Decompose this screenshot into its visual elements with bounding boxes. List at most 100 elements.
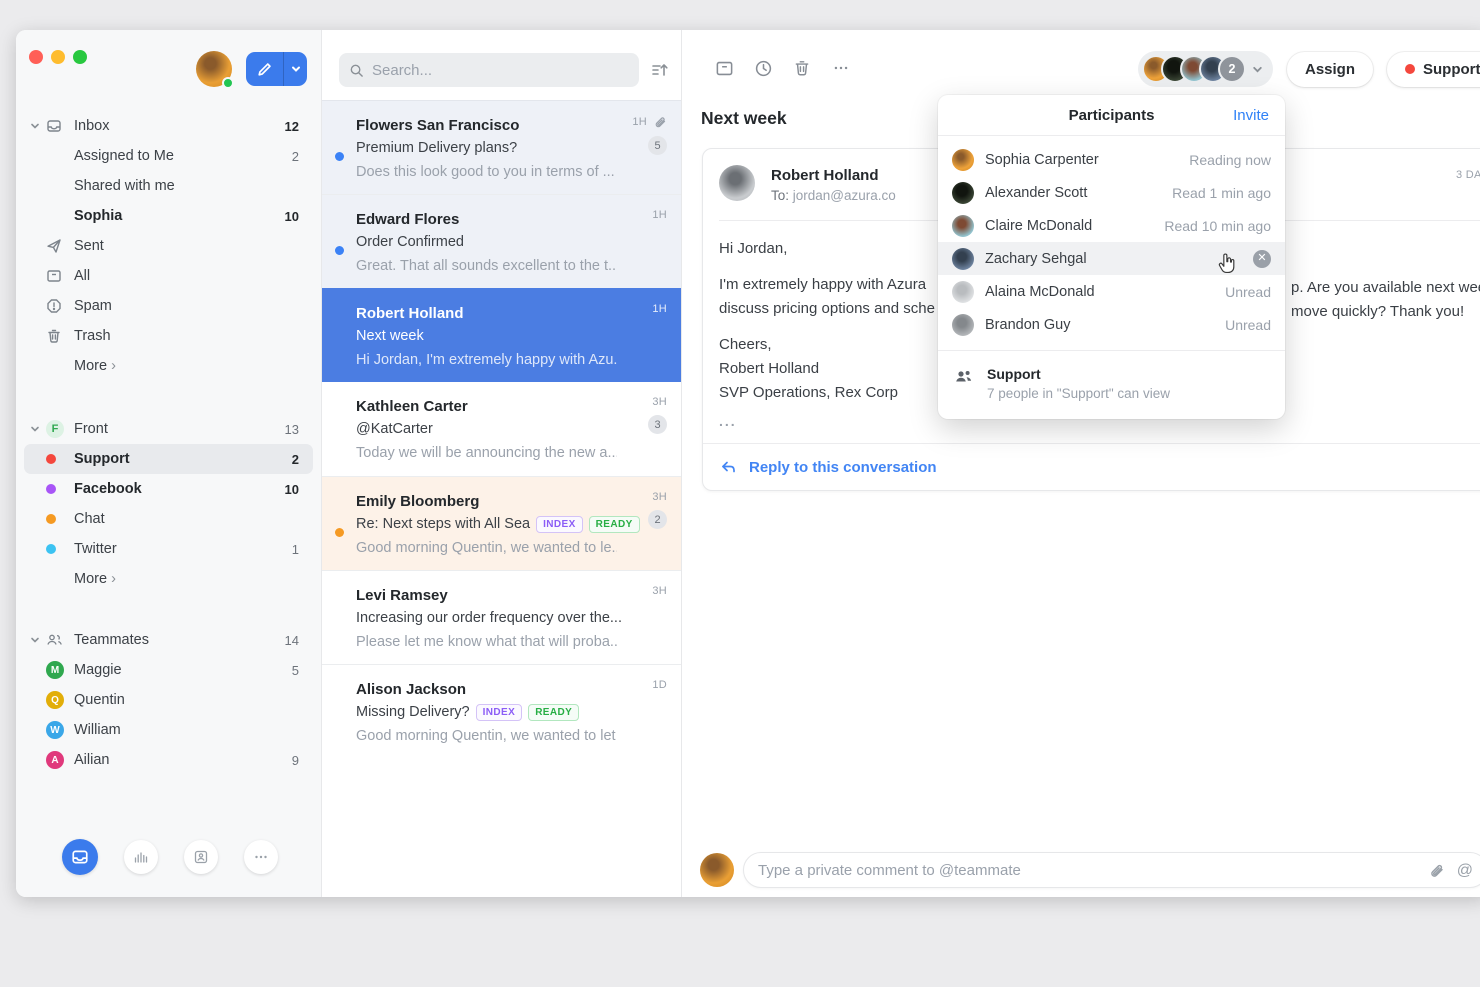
zoom-window-button[interactable] [73,50,87,64]
sidebar-item-more-mailboxes[interactable]: More › [16,351,321,381]
more-ellipsis-icon[interactable] [244,840,278,874]
item-subject: Order Confirmed [356,231,617,254]
sidebar-item-ailian[interactable]: A Ailian 9 [16,745,321,775]
trash-icon [46,328,74,344]
list-item[interactable]: Emily Bloomberg Re: Next steps with All … [322,476,681,570]
people-icon [46,632,74,648]
sidebar-item-label: Trash [74,328,299,344]
pencil-icon[interactable] [246,52,283,86]
contacts-icon[interactable] [184,840,218,874]
unread-count: 2 [292,149,299,164]
sidebar-item-all[interactable]: All [16,261,321,291]
sidebar-item-label: William [74,722,299,738]
list-item[interactable]: Flowers San Francisco Premium Delivery p… [322,100,681,194]
item-preview: Please let me know what that will proba.… [356,630,617,654]
archive-box-icon [46,268,74,284]
analytics-icon[interactable] [124,840,158,874]
paperclip-icon[interactable] [1428,862,1445,879]
invite-link[interactable]: Invite [1233,107,1269,124]
message-count-badge: 3 [648,415,667,434]
sidebar-item-assigned-to-me[interactable]: Assigned to Me 2 [16,141,321,171]
participant-row[interactable]: Alaina McDonald Unread [938,275,1285,308]
chevron-down-icon[interactable] [30,121,46,131]
snooze-clock-icon[interactable] [753,58,773,78]
sidebar-item-label: Inbox [74,118,285,134]
participant-name: Alexander Scott [985,185,1161,201]
compose-button[interactable] [246,52,307,86]
search-input[interactable] [372,62,629,79]
sidebar-item-front[interactable]: F Front 13 [16,414,321,444]
close-window-button[interactable] [29,50,43,64]
sidebar-item-maggie[interactable]: M Maggie 5 [16,655,321,685]
sidebar-item-support[interactable]: Support 2 [24,444,313,474]
sidebar-item-william[interactable]: W William [16,715,321,745]
signature-name: Robert Holland [719,360,819,377]
conversation-list: Flowers San Francisco Premium Delivery p… [322,30,682,897]
search-input-wrapper[interactable] [339,53,639,87]
sidebar-item-trash[interactable]: Trash [16,321,321,351]
popover-footer-subtitle: 7 people in "Support" can view [987,384,1170,404]
sort-icon[interactable] [651,62,669,78]
list-item[interactable]: Edward Flores Order Confirmed Great. Tha… [322,194,681,288]
sidebar-item-twitter[interactable]: Twitter 1 [16,534,321,564]
search-row [322,30,681,100]
unread-count: 9 [292,753,299,768]
item-sender: Flowers San Francisco [356,114,617,137]
item-sender: Alison Jackson [356,678,617,701]
comment-bar: @ [700,852,1480,888]
inbox-tag-button[interactable]: Support [1387,52,1480,87]
remove-participant-button[interactable]: ✕ [1253,250,1271,268]
comment-input-wrapper[interactable]: @ [743,852,1480,888]
sidebar: Inbox 12 Assigned to Me 2 Shared with me… [16,30,322,897]
sidebar-item-shared-with-me[interactable]: Shared with me [16,171,321,201]
minimize-window-button[interactable] [51,50,65,64]
item-subject: Next week [356,325,617,348]
item-subject: Missing Delivery? [356,701,470,724]
participant-status: Unread [1225,284,1271,300]
sidebar-item-sent[interactable]: Sent [16,231,321,261]
mention-at-icon[interactable]: @ [1457,862,1473,879]
trash-icon[interactable] [792,58,812,78]
participants-button[interactable]: 2 [1138,51,1273,87]
front-logo-icon: F [46,420,74,438]
chevron-down-icon[interactable] [30,635,46,645]
people-icon [954,367,974,385]
chevron-down-icon[interactable] [30,424,46,434]
item-preview: Great. That all sounds excellent to the … [356,254,617,278]
participant-row[interactable]: Alexander Scott Read 1 min ago [938,176,1285,209]
sidebar-item-chat[interactable]: Chat [16,504,321,534]
sidebar-item-inbox[interactable]: Inbox 12 [16,111,321,141]
recipient-email: jordan@azura.co [793,188,896,203]
item-preview: Does this look good to you in terms of .… [356,160,617,184]
list-item-selected[interactable]: Robert Holland Next week Hi Jordan, I'm … [322,288,681,382]
message-count-badge: 5 [648,136,667,155]
comment-input[interactable] [758,862,1418,879]
sidebar-item-quentin[interactable]: Q Quentin [16,685,321,715]
participant-row[interactable]: Brandon Guy Unread [938,308,1285,341]
sidebar-item-more-channels[interactable]: More › [16,564,321,594]
unread-count: 12 [285,119,299,134]
list-item[interactable]: Alison Jackson Missing Delivery?INDEXREA… [322,664,681,758]
reply-link[interactable]: Reply to this conversation [703,443,1480,490]
item-time: 3H [652,396,667,408]
sidebar-item-spam[interactable]: Spam [16,291,321,321]
compose-dropdown-chevron-icon[interactable] [283,52,307,86]
list-item[interactable]: Levi Ramsey Increasing our order frequen… [322,570,681,664]
more-ellipsis-icon[interactable] [831,58,851,78]
participant-status: Reading now [1189,152,1271,168]
user-avatar[interactable] [196,51,232,87]
archive-icon[interactable] [714,58,734,78]
sidebar-item-label: Sent [74,238,299,254]
unread-count: 10 [285,209,299,224]
list-item[interactable]: Kathleen Carter @KatCarter Today we will… [322,382,681,476]
inbox-nav-button[interactable] [62,839,98,875]
item-subject: Re: Next steps with All Sea [356,513,530,536]
mouse-pointer-cursor [1213,251,1239,277]
tag-ready: READY [528,704,579,721]
sidebar-item-teammates[interactable]: Teammates 14 [16,625,321,655]
sidebar-item-facebook[interactable]: Facebook 10 [16,474,321,504]
participant-row[interactable]: Sophia Carpenter Reading now [938,143,1285,176]
participant-row[interactable]: Claire McDonald Read 10 min ago [938,209,1285,242]
sidebar-item-sophia[interactable]: Sophia 10 [16,201,321,231]
assign-button[interactable]: Assign [1287,52,1373,87]
